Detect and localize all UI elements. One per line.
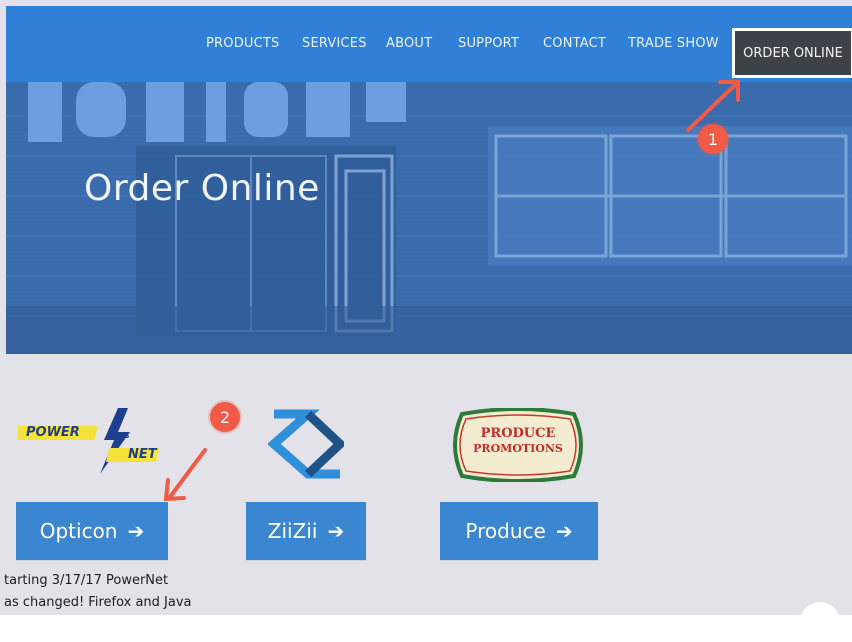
produce-logo-text-promotions: PROMOTIONS — [473, 442, 563, 455]
nav-item-services[interactable]: SERVICES — [302, 36, 367, 51]
top-navigation: PRODUCTS SERVICES ABOUT SUPPORT CONTACT … — [6, 6, 852, 82]
powernet-logo: POWER IDS NET — [14, 406, 178, 476]
arrow-right-icon: ➔ — [555, 519, 573, 543]
step-one-badge: 1 — [698, 124, 728, 154]
notice-line-2: as changed! Firefox and Java — [4, 595, 192, 610]
nav-item-support[interactable]: SUPPORT — [458, 36, 519, 51]
powernet-notice: tarting 3/17/17 PowerNet as changed! Fir… — [4, 570, 244, 614]
nav-item-products[interactable]: PRODUCTS — [206, 36, 280, 51]
arrow-right-icon: ➔ — [127, 519, 145, 543]
powernet-logo-art — [14, 408, 160, 474]
powernet-logo-text-net: NET — [128, 447, 157, 462]
produce-promotions-logo: PRODUCE PROMOTIONS — [448, 407, 588, 483]
notice-line-1: tarting 3/17/17 PowerNet — [4, 573, 169, 588]
ziizii-logo-art — [267, 409, 347, 479]
scroll-to-top-control[interactable] — [800, 602, 840, 642]
ziizii-button[interactable]: ZiiZii ➔ — [246, 502, 366, 560]
arrow-right-icon: ➔ — [327, 519, 345, 543]
opticon-button-label: Opticon — [39, 519, 118, 543]
step-two-badge: 2 — [210, 402, 240, 432]
page-title: Order Online — [84, 168, 320, 209]
order-online-button[interactable]: ORDER ONLINE — [732, 28, 852, 78]
powernet-logo-text-ids: IDS — [116, 432, 130, 440]
nav-item-contact[interactable]: CONTACT — [543, 36, 606, 51]
nav-item-trade-show[interactable]: TRADE SHOW — [628, 36, 719, 51]
opticon-button[interactable]: Opticon ➔ — [16, 502, 168, 560]
produce-button-label: Produce — [465, 519, 546, 543]
ziizii-button-label: ZiiZii — [267, 519, 318, 543]
produce-button[interactable]: Produce ➔ — [440, 502, 598, 560]
nav-item-about[interactable]: ABOUT — [386, 36, 432, 51]
powernet-logo-text-power: POWER — [26, 425, 80, 440]
ziizii-logo — [267, 406, 347, 482]
produce-logo-text-produce: PRODUCE — [480, 426, 556, 441]
